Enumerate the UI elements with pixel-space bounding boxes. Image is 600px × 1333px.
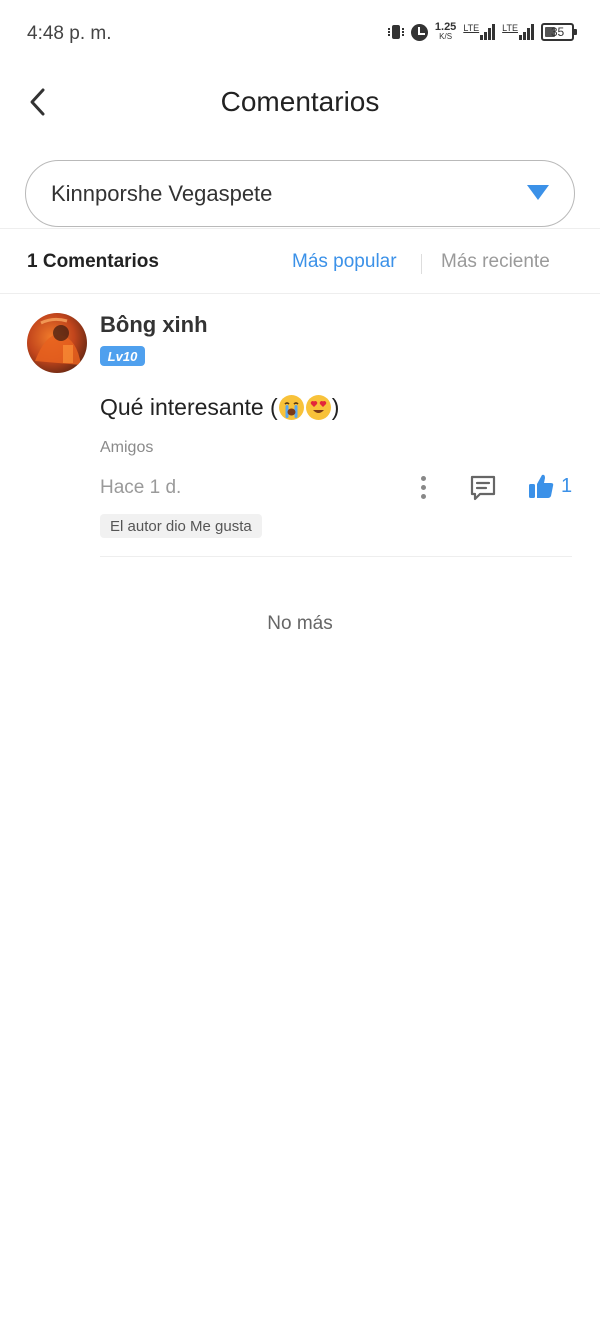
comment-bubble-icon [470, 475, 496, 501]
thumbs-up-icon [529, 474, 554, 498]
reply-button[interactable] [468, 473, 498, 503]
topic-selector[interactable]: Kinnporshe Vegaspete [25, 160, 575, 227]
like-count: 1 [561, 474, 573, 497]
comment-text-end: ) [331, 394, 340, 420]
status-bar: 4:48 p. m. 1.25 K/S LTE LTE 35 [0, 0, 600, 68]
top-bar: Comentarios [0, 68, 600, 140]
vibrate-icon [387, 25, 404, 39]
comment-text: Qué interesante ( [100, 394, 278, 420]
avatar[interactable] [27, 313, 87, 373]
end-of-list-label: No más [267, 613, 333, 634]
comment-divider [100, 556, 572, 557]
comment-username[interactable]: Bông xinh [100, 312, 208, 338]
avatar-image [27, 313, 87, 373]
heart-eyes-emoji [305, 395, 331, 420]
divider [0, 228, 600, 229]
signal-icon: LTE [463, 23, 496, 40]
status-icons: 1.25 K/S LTE LTE 35 [387, 22, 577, 42]
relation-label: Amigos [100, 439, 154, 456]
sort-separator [421, 254, 422, 274]
comment-timestamp: Hace 1 d. [100, 477, 182, 498]
level-badge: Lv10 [100, 346, 145, 366]
network-speed: 1.25 K/S [435, 22, 456, 42]
alarm-icon [410, 23, 428, 41]
network-type-label: LTE [463, 23, 480, 33]
like-button[interactable]: 1 [527, 471, 572, 501]
sort-bar: 1 Comentarios Más popular Más reciente [0, 232, 600, 292]
battery-level: 35 [550, 25, 565, 39]
triangle-down-icon [527, 185, 549, 200]
sort-most-recent[interactable]: Más reciente [441, 251, 550, 273]
page-title: Comentarios [220, 86, 380, 117]
more-options-button[interactable] [412, 472, 434, 502]
crying-face-emoji [278, 395, 304, 420]
network-speed-unit: K/S [439, 32, 453, 41]
comment-count: 1 Comentarios [27, 251, 159, 272]
signal-icon: LTE [502, 24, 534, 40]
network-type-label: LTE [502, 23, 518, 33]
comment-body: Qué interesante ( ) [100, 394, 339, 421]
network-speed-value: 1.25 [434, 21, 457, 33]
sort-most-popular[interactable]: Más popular [292, 251, 397, 273]
author-liked-badge: El autor dio Me gusta [100, 514, 262, 538]
comment-item: Bông xinh Lv10 Qué interesante () Amigo… [0, 296, 600, 557]
comments-screen: 4:48 p. m. 1.25 K/S LTE LTE 35 Comentari… [0, 0, 600, 1333]
status-time: 4:48 p. m. [27, 23, 112, 44]
divider [0, 293, 600, 294]
topic-selector-label: Kinnporshe Vegaspete [51, 180, 273, 206]
more-dots-icon [420, 475, 426, 481]
battery-icon: 35 [541, 23, 577, 41]
